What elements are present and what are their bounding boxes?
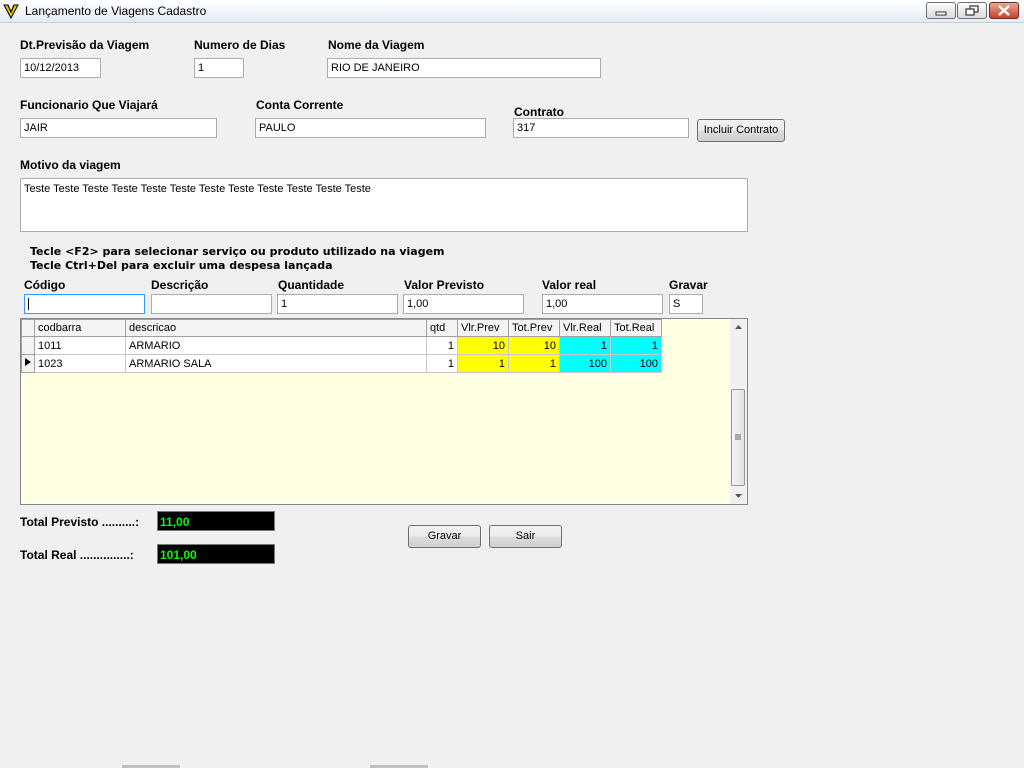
col-vlr-real[interactable]: Vlr.Real	[559, 319, 611, 337]
contrato-label: Contrato	[514, 105, 564, 119]
cell-tot-prev[interactable]: 1	[508, 354, 560, 373]
expense-table: codbarra descricao qtd Vlr.Prev Tot.Prev…	[21, 319, 662, 373]
hint-ctrl-del: Tecle Ctrl+Del para excluir uma despesa …	[30, 259, 333, 272]
gravar-label: Gravar	[669, 278, 708, 292]
nome-viagem-field[interactable]: RIO DE JANEIRO	[327, 58, 601, 78]
incluir-contrato-button[interactable]: Incluir Contrato	[697, 119, 785, 142]
table-row[interactable]: 1023 ARMARIO SALA 1 1 1 100 100	[21, 354, 662, 373]
grid-vertical-scrollbar[interactable]	[730, 319, 747, 504]
cell-qtd[interactable]: 1	[426, 336, 458, 355]
scroll-down-icon[interactable]	[730, 487, 747, 504]
valor-previsto-label: Valor Previsto	[404, 278, 485, 292]
cell-codbarra[interactable]: 1011	[34, 336, 126, 355]
valor-previsto-input[interactable]: 1,00	[403, 294, 524, 314]
numero-dias-field[interactable]: 1	[194, 58, 244, 78]
cell-tot-real[interactable]: 100	[610, 354, 662, 373]
hint-f2: Tecle <F2> para selecionar serviço ou pr…	[30, 245, 445, 258]
cell-vlr-prev[interactable]: 10	[457, 336, 509, 355]
main-window: Lançamento de Viagens Cadastro Dt.Previs…	[0, 0, 1024, 768]
row-indicator-header	[21, 319, 35, 337]
cell-qtd[interactable]: 1	[426, 354, 458, 373]
nome-viagem-label: Nome da Viagem	[328, 38, 425, 52]
cell-tot-real[interactable]: 1	[610, 336, 662, 355]
gravar-button[interactable]: Gravar	[408, 525, 481, 548]
cell-vlr-real[interactable]: 1	[559, 336, 611, 355]
conta-corrente-field[interactable]: PAULO	[255, 118, 486, 138]
col-qtd[interactable]: qtd	[426, 319, 458, 337]
restore-button[interactable]	[957, 2, 987, 19]
minimize-icon	[935, 11, 947, 16]
col-descricao[interactable]: descricao	[125, 319, 427, 337]
motivo-textarea[interactable]: Teste Teste Teste Teste Teste Teste Test…	[20, 178, 748, 232]
col-codbarra[interactable]: codbarra	[34, 319, 126, 337]
window-title: Lançamento de Viagens Cadastro	[25, 4, 207, 18]
codigo-input[interactable]	[24, 294, 145, 314]
cell-descricao[interactable]: ARMARIO	[125, 336, 427, 355]
cell-vlr-prev[interactable]: 1	[457, 354, 509, 373]
minimize-button[interactable]	[926, 2, 956, 19]
total-real-label: Total Real ...............:	[20, 548, 134, 562]
funcionario-field[interactable]: JAIR	[20, 118, 217, 138]
scrollbar-thumb[interactable]	[731, 389, 745, 486]
expense-grid[interactable]: codbarra descricao qtd Vlr.Prev Tot.Prev…	[20, 318, 748, 505]
restore-icon	[965, 5, 979, 16]
cell-descricao[interactable]: ARMARIO SALA	[125, 354, 427, 373]
conta-corrente-label: Conta Corrente	[256, 98, 344, 112]
quantidade-input[interactable]: 1	[277, 294, 398, 314]
app-logo-icon	[3, 3, 19, 20]
cell-tot-prev[interactable]: 10	[508, 336, 560, 355]
scroll-up-icon[interactable]	[730, 319, 747, 336]
numero-dias-label: Numero de Dias	[194, 38, 286, 52]
quantidade-label: Quantidade	[278, 278, 345, 292]
motivo-label: Motivo da viagem	[20, 158, 121, 172]
col-tot-prev[interactable]: Tot.Prev	[508, 319, 560, 337]
total-real-value: 101,00	[157, 544, 275, 564]
descricao-label: Descrição	[151, 278, 209, 292]
grip-icon	[735, 434, 741, 440]
descricao-input[interactable]	[151, 294, 272, 314]
contrato-field[interactable]: 317	[513, 118, 689, 138]
table-row[interactable]: 1011 ARMARIO 1 10 10 1 1	[21, 336, 662, 355]
funcionario-label: Funcionario Que Viajará	[20, 98, 158, 112]
codigo-label: Código	[24, 278, 66, 292]
cell-vlr-real[interactable]: 100	[559, 354, 611, 373]
valor-real-label: Valor real	[542, 278, 597, 292]
gravar-input[interactable]: S	[669, 294, 703, 314]
col-vlr-prev[interactable]: Vlr.Prev	[457, 319, 509, 337]
title-bar[interactable]: Lançamento de Viagens Cadastro	[0, 0, 1024, 23]
close-icon	[998, 5, 1010, 16]
total-previsto-label: Total Previsto ..........:	[20, 515, 140, 529]
total-previsto-value: 11,00	[157, 511, 275, 531]
grid-header-row: codbarra descricao qtd Vlr.Prev Tot.Prev…	[21, 319, 662, 337]
sair-button[interactable]: Sair	[489, 525, 562, 548]
close-button[interactable]	[989, 2, 1019, 19]
current-row-arrow-icon	[25, 358, 31, 366]
text-caret	[28, 298, 29, 311]
dt-previsao-field[interactable]: 10/12/2013	[20, 58, 101, 78]
col-tot-real[interactable]: Tot.Real	[610, 319, 662, 337]
row-indicator	[21, 336, 35, 355]
valor-real-input[interactable]: 1,00	[542, 294, 663, 314]
dt-previsao-label: Dt.Previsão da Viagem	[20, 38, 150, 52]
cell-codbarra[interactable]: 1023	[34, 354, 126, 373]
current-row-indicator	[21, 354, 35, 373]
